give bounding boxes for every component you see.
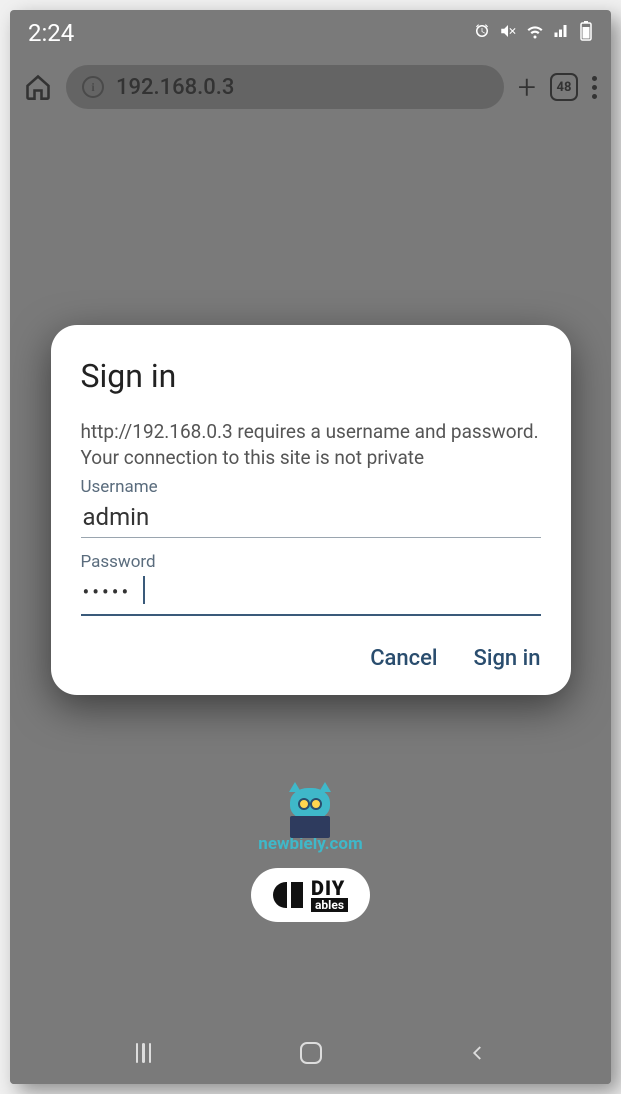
username-input[interactable] — [81, 497, 541, 538]
owl-icon — [285, 788, 335, 828]
browser-toolbar: i 192.168.0.3 + 48 — [10, 56, 611, 118]
battery-icon — [579, 21, 593, 46]
diy-small-text: ables — [311, 898, 348, 912]
mute-icon — [499, 22, 517, 45]
recent-apps-button[interactable] — [130, 1039, 158, 1067]
more-menu-button[interactable] — [592, 76, 597, 99]
site-info-icon[interactable]: i — [82, 76, 104, 98]
navigation-bar — [10, 1022, 611, 1084]
signin-button[interactable]: Sign in — [474, 646, 541, 671]
dialog-message: http://192.168.0.3 requires a username a… — [81, 419, 541, 470]
status-time: 2:24 — [28, 19, 74, 47]
auth-dialog: Sign in http://192.168.0.3 requires a us… — [51, 325, 571, 694]
text-cursor — [143, 576, 145, 604]
new-tab-button[interactable]: + — [518, 68, 536, 106]
status-bar: 2:24 — [10, 10, 611, 56]
password-label: Password — [81, 552, 541, 572]
dialog-title: Sign in — [81, 357, 541, 395]
phone-screen: 2:24 i 192.168.0.3 + — [10, 10, 611, 1084]
diyables-icon — [273, 882, 303, 908]
tab-switcher-button[interactable]: 48 — [550, 73, 578, 101]
cancel-button[interactable]: Cancel — [370, 646, 437, 671]
dialog-actions: Cancel Sign in — [81, 646, 541, 671]
wifi-icon — [525, 22, 545, 45]
page-content: newbiely.com Sign in http://192.168.0.3 … — [10, 118, 611, 1022]
home-button[interactable] — [297, 1039, 325, 1067]
newbiely-logo: newbiely.com — [258, 788, 362, 854]
signal-icon — [553, 22, 571, 45]
username-label: Username — [81, 477, 541, 497]
url-text: 192.168.0.3 — [116, 75, 234, 100]
diyables-logo: DIY ables — [251, 868, 370, 922]
back-button[interactable] — [464, 1039, 492, 1067]
alarm-icon — [473, 22, 491, 45]
home-icon[interactable] — [24, 73, 52, 101]
status-indicators — [473, 21, 593, 46]
diy-big-text: DIY — [311, 878, 348, 898]
password-input[interactable]: ••••• — [81, 572, 541, 616]
address-bar[interactable]: i 192.168.0.3 — [66, 65, 504, 109]
footer-logos: newbiely.com DIY ables — [10, 788, 611, 922]
